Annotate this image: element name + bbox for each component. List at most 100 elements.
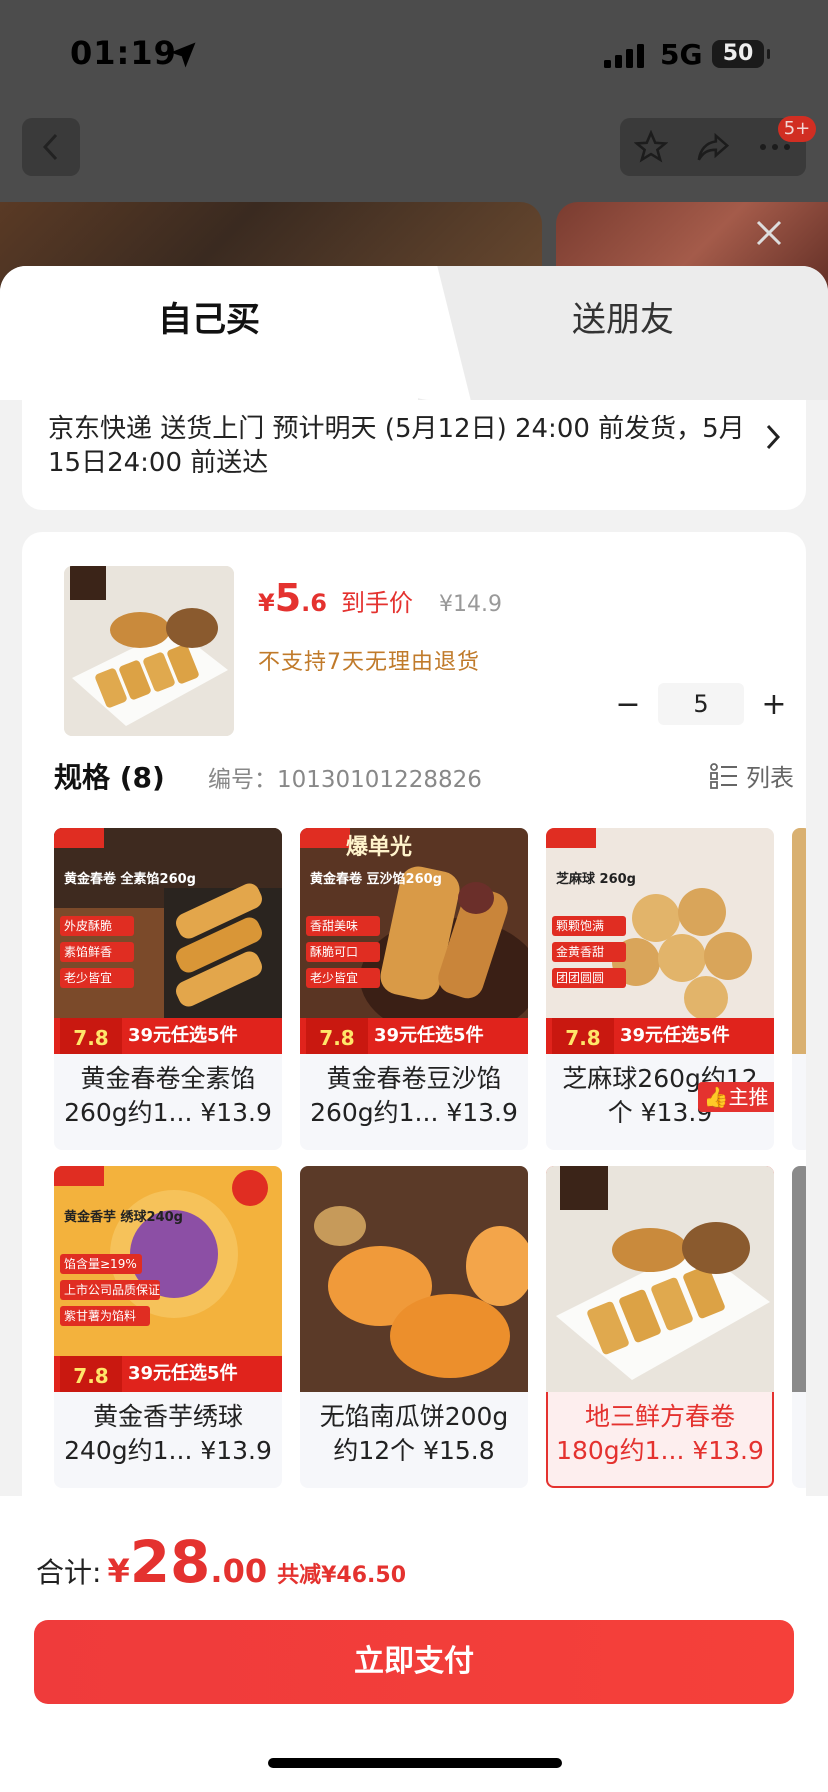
- price-currency: ¥: [258, 589, 275, 617]
- share-icon[interactable]: [695, 130, 731, 164]
- promo-price: 7.8: [60, 1356, 122, 1392]
- spec-title: 规格 (8): [54, 761, 165, 794]
- status-bar: 01:19 5G 50: [0, 0, 828, 100]
- total-integer: 28: [129, 1528, 211, 1596]
- price-tag: 到手价: [340, 589, 413, 617]
- variant-overlay-title: 芝麻球 260g: [556, 872, 636, 887]
- price-row: ¥ 5 .6 到手价 ¥14.9: [258, 576, 502, 620]
- pay-now-button[interactable]: 立即支付: [34, 1620, 794, 1704]
- variant-option-partial[interactable]: [792, 1166, 806, 1488]
- network-type: 5G: [660, 38, 703, 71]
- promo-bar: 7.8 39元任选5件: [300, 1018, 528, 1054]
- variant-image: [792, 1166, 806, 1392]
- tab-gift-to-friend[interactable]: 送朋友: [418, 292, 828, 341]
- variant-option[interactable]: 黄金春卷 全素馅260g 外皮酥脆 素馅鲜香 老少皆宜 7.8 39元任选5件 …: [54, 828, 282, 1150]
- no-return-notice: 不支持7天无理由退货: [258, 650, 480, 675]
- price-integer: 5: [274, 576, 302, 620]
- variant-option[interactable]: 无馅南瓜饼200g约12个 ¥15.8: [300, 1166, 528, 1488]
- checkout-footer: 合计: ¥ 28 .00 共减¥46.50 立即支付: [0, 1496, 828, 1792]
- total-savings: 共减¥46.50: [277, 1563, 407, 1588]
- location-arrow-icon: [170, 42, 196, 68]
- original-price: ¥14.9: [438, 592, 502, 617]
- variant-image: [546, 1166, 774, 1392]
- promo-bar: 7.8 39元任选5件: [54, 1018, 282, 1054]
- variant-tag: 颗颗饱满: [552, 916, 626, 936]
- list-icon: [710, 762, 737, 789]
- shipping-info[interactable]: 京东快递 送货上门 预计明天 (5月12日) 24:00 前发货，5月15日24…: [22, 400, 806, 510]
- variant-image: 爆单光 黄金春卷 豆沙馅260g 香甜美味 酥脆可口 老少皆宜 7.8 39元任…: [300, 828, 528, 1054]
- hot-sale-text: 爆单光: [346, 835, 413, 860]
- variant-tag: 馅含量≥19%: [60, 1254, 142, 1274]
- battery-level: 50: [712, 40, 770, 68]
- home-indicator: [268, 1758, 562, 1768]
- variant-tag: 金黄香甜: [552, 942, 626, 962]
- variant-tag: 紫甘薯为馅料: [60, 1306, 150, 1326]
- star-icon[interactable]: [633, 130, 668, 164]
- notification-badge: 5+: [778, 116, 816, 142]
- total-row: 合计: ¥ 28 .00 共减¥46.50: [36, 1528, 406, 1596]
- promo-price: 7.8: [552, 1018, 614, 1054]
- variant-image: 芝麻球 260g 颗颗饱满 金黄香甜 团团圆圆 7.8 39元任选5件: [546, 828, 774, 1054]
- spec-header: 规格 (8) 编号：10130101228826 列表: [54, 756, 794, 796]
- variant-caption: 黄金春卷全素馅260g约1... ¥13.9: [64, 1064, 272, 1127]
- signal-bars-icon: [604, 44, 644, 68]
- variant-caption: 无馅南瓜饼200g约12个 ¥15.8: [319, 1402, 509, 1465]
- variant-tag: 老少皆宜: [60, 968, 134, 988]
- variant-grid: 黄金春卷 全素馅260g 外皮酥脆 素馅鲜香 老少皆宜 7.8 39元任选5件 …: [54, 828, 806, 1508]
- shipping-text: 京东快递 送货上门 预计明天 (5月12日) 24:00 前发货，5月15日24…: [48, 414, 745, 478]
- variant-tag: 团团圆圆: [552, 968, 626, 988]
- promo-price: 7.8: [60, 1018, 122, 1054]
- list-label: 列表: [746, 764, 794, 792]
- variant-image: 黄金春卷 全素馅260g 外皮酥脆 素馅鲜香 老少皆宜 7.8 39元任选5件: [54, 828, 282, 1054]
- tab-label: 自己买: [158, 300, 260, 340]
- promo-text: 39元任选5件: [620, 1025, 730, 1046]
- back-button[interactable]: [22, 118, 80, 176]
- variant-option-selected[interactable]: 地三鲜方春卷180g约1... ¥13.9: [546, 1166, 774, 1488]
- status-time: 01:19: [70, 34, 177, 72]
- variant-overlay-title: 黄金春卷 全素馅260g: [64, 872, 196, 887]
- variant-image: [792, 828, 806, 1054]
- variant-overlay-title: 黄金春卷 豆沙馅260g: [310, 872, 442, 887]
- main-push-badge: 👍主推: [698, 1082, 774, 1112]
- thumbs-up-icon: 👍: [703, 1085, 729, 1109]
- total-currency: ¥: [107, 1552, 130, 1590]
- chevron-right-icon: [766, 424, 781, 450]
- variant-caption: 黄金香芋绣球240g约1... ¥13.9: [64, 1402, 272, 1465]
- variant-caption: 地三鲜方春卷180g约1... ¥13.9: [556, 1402, 764, 1465]
- chevron-left-icon: [42, 133, 58, 161]
- variant-tag: 素馅鲜香: [60, 942, 134, 962]
- price-decimal: .6: [301, 589, 327, 617]
- close-icon[interactable]: [754, 218, 784, 248]
- variant-tag: 上市公司品质保证: [60, 1280, 160, 1300]
- promo-bar: 7.8 39元任选5件: [546, 1018, 774, 1054]
- variant-tag: 老少皆宜: [306, 968, 380, 988]
- promo-price: 7.8: [306, 1018, 368, 1054]
- promo-text: 39元任选5件: [374, 1025, 484, 1046]
- product-thumbnail: [64, 566, 234, 736]
- promo-bar: 7.8 39元任选5件: [54, 1356, 282, 1392]
- total-decimal: .00: [210, 1552, 268, 1590]
- variant-tag: 香甜美味: [306, 916, 380, 936]
- list-view-toggle[interactable]: 列表: [710, 758, 794, 793]
- variant-overlay-title: 黄金香芋 绣球240g: [64, 1210, 183, 1225]
- promo-text: 39元任选5件: [128, 1363, 238, 1384]
- quantity-input[interactable]: 5: [658, 683, 744, 725]
- quantity-stepper: − 5 +: [608, 682, 794, 726]
- variant-option[interactable]: 爆单光 黄金春卷 豆沙馅260g 香甜美味 酥脆可口 老少皆宜 7.8 39元任…: [300, 828, 528, 1150]
- more-icon[interactable]: [758, 142, 792, 152]
- sku-number: 编号：10130101228826: [208, 767, 482, 793]
- variant-option-partial[interactable]: [792, 828, 806, 1150]
- decrease-button[interactable]: −: [608, 687, 648, 722]
- purchase-tabs: 自己买 送朋友: [0, 266, 828, 400]
- main-push-label: 主推: [728, 1085, 769, 1109]
- variant-caption: 黄金春卷豆沙馅260g约1... ¥13.9: [310, 1064, 518, 1127]
- variant-image: [300, 1166, 528, 1392]
- promo-text: 39元任选5件: [128, 1025, 238, 1046]
- variant-tag: 外皮酥脆: [60, 916, 134, 936]
- increase-button[interactable]: +: [754, 687, 794, 722]
- variant-tag: 酥脆可口: [306, 942, 380, 962]
- variant-image: 黄金香芋 绣球240g 馅含量≥19% 上市公司品质保证 紫甘薯为馅料 7.8 …: [54, 1166, 282, 1392]
- total-label: 合计:: [36, 1556, 102, 1589]
- tab-buy-for-self[interactable]: 自己买: [0, 266, 418, 400]
- variant-option[interactable]: 黄金香芋 绣球240g 馅含量≥19% 上市公司品质保证 紫甘薯为馅料 7.8 …: [54, 1166, 282, 1488]
